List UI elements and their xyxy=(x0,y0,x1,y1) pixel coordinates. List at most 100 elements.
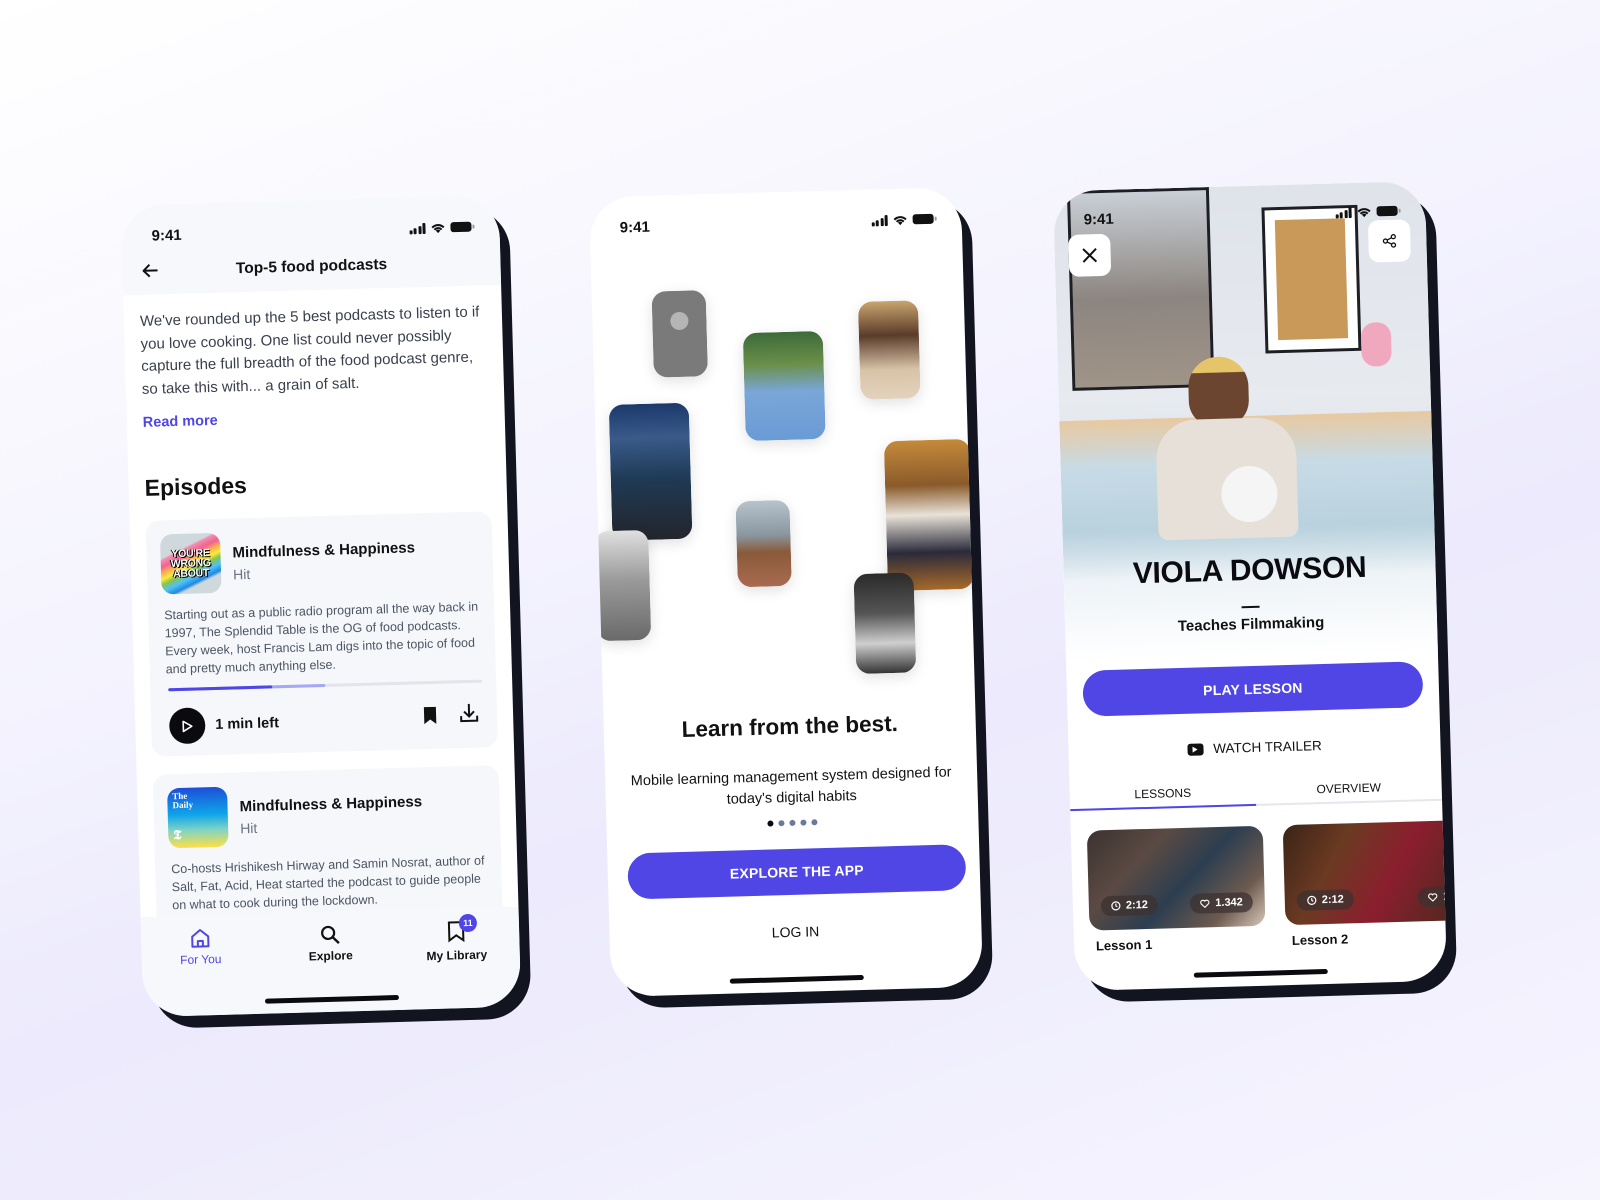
course-phone: 9:41 VIOLA DOWSON Teaches Filmmaking PLA… xyxy=(1052,180,1458,1003)
wifi-icon xyxy=(431,223,445,233)
share-button[interactable] xyxy=(1367,219,1411,263)
signal-icon xyxy=(871,214,888,226)
podcast-artwork: YOU'RE WRONG ABOUT xyxy=(159,532,222,595)
bottom-tab-bar: For You Explore 11 My Library xyxy=(140,906,522,1018)
home-indicator xyxy=(1193,968,1328,978)
explore-app-button[interactable]: EXPLORE THE APP xyxy=(627,844,967,900)
likes-chip: 1.342 xyxy=(1190,892,1254,914)
page-title: Top-5 food podcasts xyxy=(235,256,388,278)
likes-text: 1.342 xyxy=(1215,896,1243,910)
arrow-left-icon xyxy=(142,263,158,278)
clock-icon xyxy=(1307,895,1317,905)
signal-icon xyxy=(1335,206,1352,218)
artwork-text: YOU'RE WRONG ABOUT xyxy=(170,547,211,581)
tab-my-library[interactable]: 11 My Library xyxy=(411,913,502,964)
duration-chip: 2:12 xyxy=(1296,889,1355,911)
collage-photo-woman-portrait xyxy=(857,300,921,400)
tab-lessons[interactable]: LESSONS xyxy=(1069,778,1256,809)
course-screen: 9:41 VIOLA DOWSON Teaches Filmmaking PLA… xyxy=(1052,180,1448,992)
nyt-logo-icon: 𝕿 xyxy=(173,826,182,843)
course-tabs: LESSONS OVERVIEW xyxy=(1069,772,1443,812)
lesson-thumbnail: 2:12 1.342 xyxy=(1086,825,1266,931)
watch-trailer-button[interactable]: WATCH TRAILER xyxy=(1068,735,1440,760)
signal-icon xyxy=(409,222,426,234)
play-button[interactable] xyxy=(168,707,206,745)
progress-fill xyxy=(168,685,272,692)
collage-photo-smiling-man xyxy=(651,290,708,378)
duration-text: 2:12 xyxy=(1125,898,1149,912)
tab-explore[interactable]: Explore xyxy=(285,923,376,964)
share-icon xyxy=(1382,234,1397,248)
back-button[interactable] xyxy=(142,260,159,283)
home-indicator xyxy=(729,974,864,984)
onboarding-phone: 9:41 Learn from the best. Mobile learnin… xyxy=(588,186,994,1009)
episode-description: Starting out as a public radio program a… xyxy=(164,599,479,677)
intro-text: We've rounded up the 5 best podcasts to … xyxy=(139,303,480,398)
status-bar: 9:41 xyxy=(589,187,962,245)
notification-badge: 11 xyxy=(458,913,478,933)
headphones-decor xyxy=(1360,321,1392,367)
bookmark-icon xyxy=(423,706,437,725)
heart-icon xyxy=(1200,899,1210,908)
episodes-heading: Episodes xyxy=(144,472,248,501)
duration-chip: 2:12 xyxy=(1100,894,1159,917)
play-icon xyxy=(182,720,193,732)
download-button[interactable] xyxy=(459,703,480,729)
episode-subtitle: Hit xyxy=(232,565,251,583)
bookmark-button[interactable] xyxy=(423,706,438,730)
read-more-link[interactable]: Read more xyxy=(143,413,218,431)
onboarding-title: Learn from the best. xyxy=(681,710,899,742)
page-dot[interactable] xyxy=(811,819,818,826)
heart-icon xyxy=(1428,892,1438,902)
home-icon xyxy=(191,929,210,948)
youtube-icon xyxy=(1187,742,1204,756)
episode-progress-bar[interactable] xyxy=(168,679,483,692)
onboarding-subtitle: Mobile learning management system design… xyxy=(630,764,952,808)
tab-overview[interactable]: OVERVIEW xyxy=(1255,773,1442,804)
page-dot[interactable] xyxy=(767,820,774,827)
lesson-thumbnail: 2:12 1.342 xyxy=(1282,820,1448,926)
wifi-icon xyxy=(893,215,907,225)
watch-trailer-label: WATCH TRAILER xyxy=(1213,738,1322,757)
page-dot[interactable] xyxy=(789,819,796,826)
episode-title: Mindfulness & Happiness xyxy=(232,539,416,562)
collage-photo-chef xyxy=(883,438,974,592)
podcast-phone: 9:41 Top-5 food podcasts We've rounded u… xyxy=(120,194,532,1029)
battery-icon xyxy=(1376,205,1398,217)
clock-icon xyxy=(1111,901,1121,911)
tab-label: For You xyxy=(179,951,222,968)
status-time: 9:41 xyxy=(619,218,651,236)
download-icon xyxy=(460,703,479,723)
lesson-title: Lesson 2 xyxy=(1291,931,1349,948)
collage-photo-man-glasses xyxy=(594,529,652,642)
onboarding-screen: 9:41 Learn from the best. Mobile learnin… xyxy=(588,186,984,998)
lesson-card[interactable]: 2:12 1.342 Lesson 2 xyxy=(1282,820,1448,948)
search-icon xyxy=(321,925,340,945)
close-icon xyxy=(1082,247,1098,263)
tab-for-you[interactable]: For You xyxy=(155,926,246,967)
wifi-icon xyxy=(1357,207,1371,217)
episode-subtitle: Hit xyxy=(239,819,258,837)
collage-photo-man-bow-tie xyxy=(742,330,826,442)
artwork-text: The Daily xyxy=(172,790,194,811)
lesson-title: Lesson 1 xyxy=(1095,936,1153,954)
home-indicator xyxy=(264,994,400,1004)
collage-photo-woman-street xyxy=(735,499,792,588)
episode-title: Mindfulness & Happiness xyxy=(239,793,423,816)
status-time: 9:41 xyxy=(1083,210,1114,228)
lesson-card[interactable]: 2:12 1.342 Lesson 1 xyxy=(1086,825,1266,954)
tab-label: Explore xyxy=(308,948,353,964)
time-left: 1 min left xyxy=(215,715,280,733)
login-button[interactable]: LOG IN xyxy=(609,919,981,945)
battery-icon xyxy=(912,213,934,225)
tab-label: My Library xyxy=(426,947,488,964)
collage-photo-reporter xyxy=(608,402,693,541)
podcast-screen: 9:41 Top-5 food podcasts We've rounded u… xyxy=(120,194,522,1018)
episode-card[interactable]: YOU'RE WRONG ABOUT Mindfulness & Happine… xyxy=(145,511,499,757)
page-dot[interactable] xyxy=(800,819,807,826)
page-dot[interactable] xyxy=(778,820,785,827)
close-button[interactable] xyxy=(1068,233,1112,277)
status-time: 9:41 xyxy=(151,226,182,245)
podcast-artwork: The Daily 𝕿 xyxy=(167,786,229,849)
play-lesson-button[interactable]: PLAY LESSON xyxy=(1082,661,1424,717)
